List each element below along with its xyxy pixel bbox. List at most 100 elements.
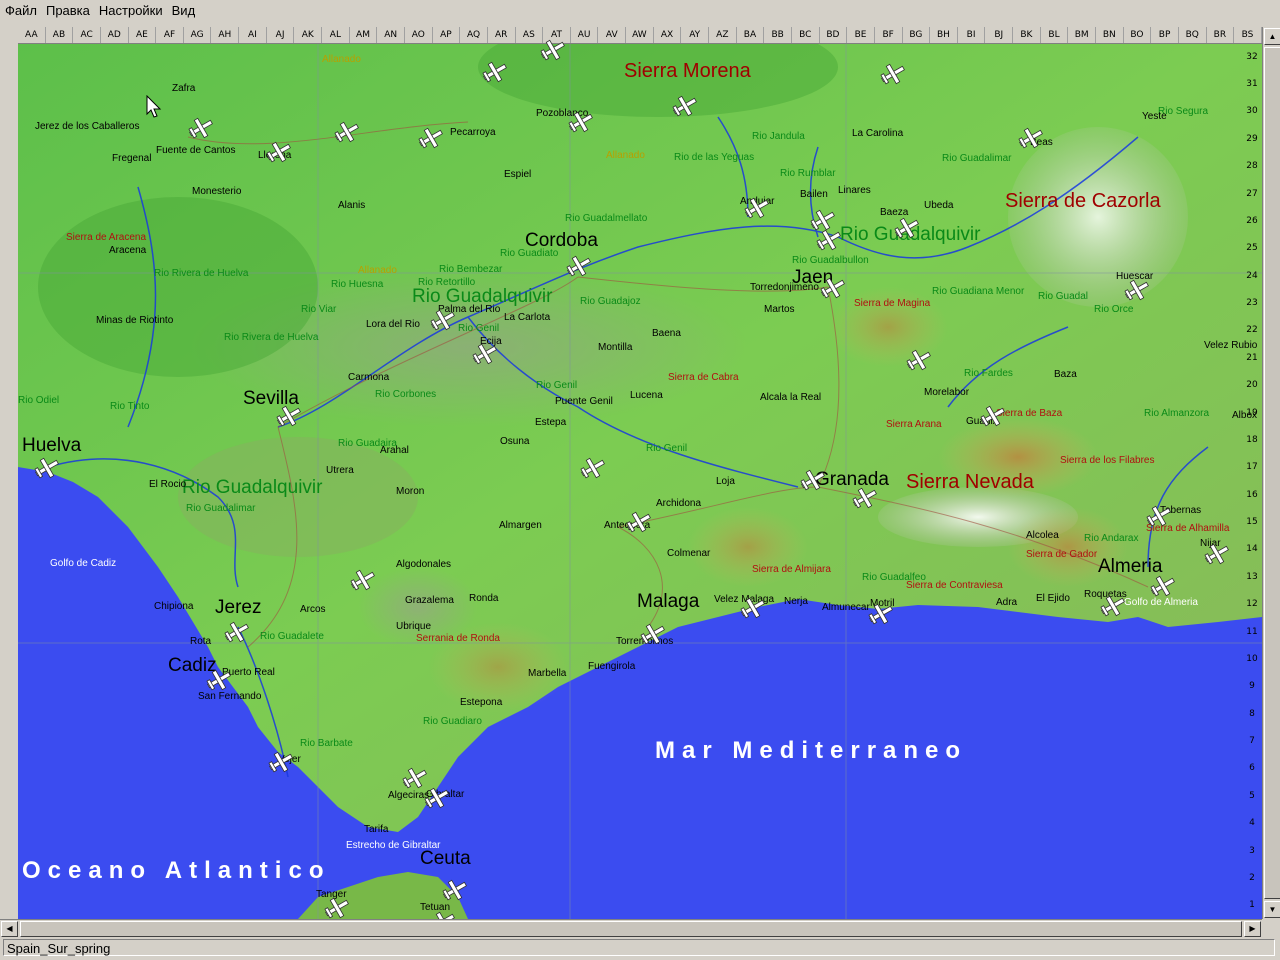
- airfield-plane-icon[interactable]: [422, 785, 452, 811]
- menu-settings[interactable]: Настройки: [94, 0, 167, 22]
- vertical-scroll-thumb[interactable]: [1264, 47, 1280, 899]
- airfield-plane-icon[interactable]: [798, 467, 828, 493]
- mountain-label-cazorla: Sierra de Cazorla: [1005, 190, 1161, 212]
- airfield-plane-icon[interactable]: [32, 455, 62, 481]
- grid-row-label: 25: [1246, 243, 1258, 254]
- grid-column-label: AM: [350, 27, 378, 43]
- map-view[interactable]: AA AB AC AD AE AF AG AH AI AJ AK AL AM AN AO AP AQ AR AS AT…: [18, 27, 1262, 919]
- menu-file[interactable]: Файл: [0, 0, 41, 22]
- grid-column-label: BI: [958, 27, 986, 43]
- river-label-almanzora: Rio Almanzora: [1144, 408, 1210, 419]
- vertical-scrollbar[interactable]: ▲ ▼: [1262, 27, 1280, 919]
- airfield-plane-icon[interactable]: [428, 307, 458, 333]
- airfield-plane-icon[interactable]: [348, 567, 378, 593]
- airfield-plane-icon[interactable]: [978, 403, 1008, 429]
- town-label-grazalema: Grazalema: [405, 595, 454, 606]
- airfield-plane-icon[interactable]: [428, 909, 458, 919]
- sea-label-golfo-cadiz: Golfo de Cadiz: [50, 558, 117, 569]
- grid-column-label: BM: [1068, 27, 1096, 43]
- scroll-right-button[interactable]: ▶: [1244, 921, 1261, 937]
- town-label-aracena: Aracena: [109, 245, 147, 256]
- town-label-ubeda: Ubeda: [924, 200, 954, 211]
- airfield-plane-icon[interactable]: [1202, 541, 1232, 567]
- sea-label-atlantic: Oceano Atlantico: [22, 857, 331, 884]
- airfield-plane-icon[interactable]: [878, 61, 908, 87]
- airfield-plane-icon[interactable]: [440, 877, 470, 903]
- river-label-orce: Rio Orce: [1094, 304, 1134, 315]
- scroll-left-button[interactable]: ◀: [1, 921, 18, 937]
- airfield-plane-icon[interactable]: [322, 895, 352, 919]
- column-header-row: AA AB AC AD AE AF AG AH AI AJ AK AL AM AN AO AP AQ AR AS AT…: [18, 27, 1262, 44]
- river-label-guadalete: Rio Guadalete: [260, 631, 324, 642]
- river-label-guadalimar: Rio Guadalimar: [942, 153, 1012, 164]
- river-label-fardes: Rio Fardes: [964, 368, 1013, 379]
- airfield-plane-icon[interactable]: [624, 509, 654, 535]
- airfield-plane-icon[interactable]: [538, 37, 568, 63]
- town-label-ubrique: Ubrique: [396, 621, 432, 632]
- grid-column-label: BF: [875, 27, 903, 43]
- airfield-plane-icon[interactable]: [274, 403, 304, 429]
- horizontal-scrollbar[interactable]: ◀ ▶: [0, 919, 1262, 937]
- airfield-plane-icon[interactable]: [892, 215, 922, 241]
- airfield-plane-icon[interactable]: [470, 341, 500, 367]
- scroll-down-button[interactable]: ▼: [1264, 901, 1280, 918]
- airfield-plane-icon[interactable]: [818, 275, 848, 301]
- town-label-adra: Adra: [996, 597, 1018, 608]
- airfield-plane-icon[interactable]: [850, 485, 880, 511]
- town-label-estepona: Estepona: [460, 697, 503, 708]
- menu-view[interactable]: Вид: [167, 0, 200, 22]
- grid-column-label: AN: [377, 27, 405, 43]
- grid-row-label: 26: [1246, 215, 1258, 226]
- airfield-plane-icon[interactable]: [738, 595, 768, 621]
- grid-column-label: AI: [239, 27, 267, 43]
- town-label-lucena: Lucena: [630, 390, 663, 401]
- town-label-utrera: Utrera: [326, 465, 354, 476]
- river-label-retortillo: Rio Retortillo: [418, 277, 476, 288]
- grid-column-label: BL: [1041, 27, 1069, 43]
- airfield-plane-icon[interactable]: [814, 227, 844, 253]
- airfield-plane-icon[interactable]: [332, 119, 362, 145]
- airfield-plane-icon[interactable]: [566, 109, 596, 135]
- town-label-alcala-real: Alcala la Real: [760, 392, 822, 403]
- river-label-rivera-huelva-2: Rio Rivera de Huelva: [224, 332, 319, 343]
- airfield-plane-icon[interactable]: [222, 619, 252, 645]
- grid-column-label: AX: [654, 27, 682, 43]
- town-label-alcolea: Alcolea: [1026, 530, 1059, 541]
- town-label-jerez-caballeros: Jerez de los Caballeros: [35, 121, 140, 132]
- town-label-la-carolina: La Carolina: [852, 128, 904, 139]
- town-label-zafra: Zafra: [172, 83, 196, 94]
- airfield-plane-icon[interactable]: [742, 195, 772, 221]
- scroll-up-button[interactable]: ▲: [1264, 28, 1280, 45]
- airfield-plane-icon[interactable]: [1016, 125, 1046, 151]
- airfield-plane-icon[interactable]: [416, 125, 446, 151]
- airfield-plane-icon[interactable]: [564, 253, 594, 279]
- airfield-plane-icon[interactable]: [1122, 277, 1152, 303]
- town-label-linares: Linares: [838, 185, 871, 196]
- airfield-plane-icon[interactable]: [670, 93, 700, 119]
- airfield-plane-icon[interactable]: [1148, 573, 1178, 599]
- grid-row-label: 31: [1246, 79, 1258, 90]
- airfield-plane-icon[interactable]: [480, 59, 510, 85]
- horizontal-scroll-thumb[interactable]: [20, 921, 1242, 937]
- grid-column-label: BO: [1124, 27, 1152, 43]
- mouse-cursor-icon: [146, 95, 162, 118]
- town-label-la-carlota: La Carlota: [504, 312, 551, 323]
- airfield-plane-icon[interactable]: [1098, 593, 1128, 619]
- grid-column-label: BK: [1013, 27, 1041, 43]
- airfield-plane-icon[interactable]: [1144, 503, 1174, 529]
- airfield-plane-icon[interactable]: [866, 601, 896, 627]
- airfield-plane-icon[interactable]: [904, 347, 934, 373]
- airfield-plane-icon[interactable]: [578, 455, 608, 481]
- airfield-plane-icon[interactable]: [638, 621, 668, 647]
- town-label-el-rocio: El Rocio: [149, 479, 187, 490]
- airfield-plane-icon[interactable]: [204, 667, 234, 693]
- river-label-guadiana-menor: Rio Guadiana Menor: [932, 286, 1025, 297]
- airfield-plane-icon[interactable]: [266, 749, 296, 775]
- grid-column-label: BP: [1151, 27, 1179, 43]
- airfield-plane-icon[interactable]: [264, 139, 294, 165]
- airfield-plane-icon[interactable]: [186, 115, 216, 141]
- town-label-nerja: Nerja: [784, 596, 808, 607]
- menu-edit[interactable]: Правка: [41, 0, 94, 22]
- river-label-bembezar: Rio Bembezar: [439, 264, 503, 275]
- grid-row-label: 9: [1249, 681, 1255, 692]
